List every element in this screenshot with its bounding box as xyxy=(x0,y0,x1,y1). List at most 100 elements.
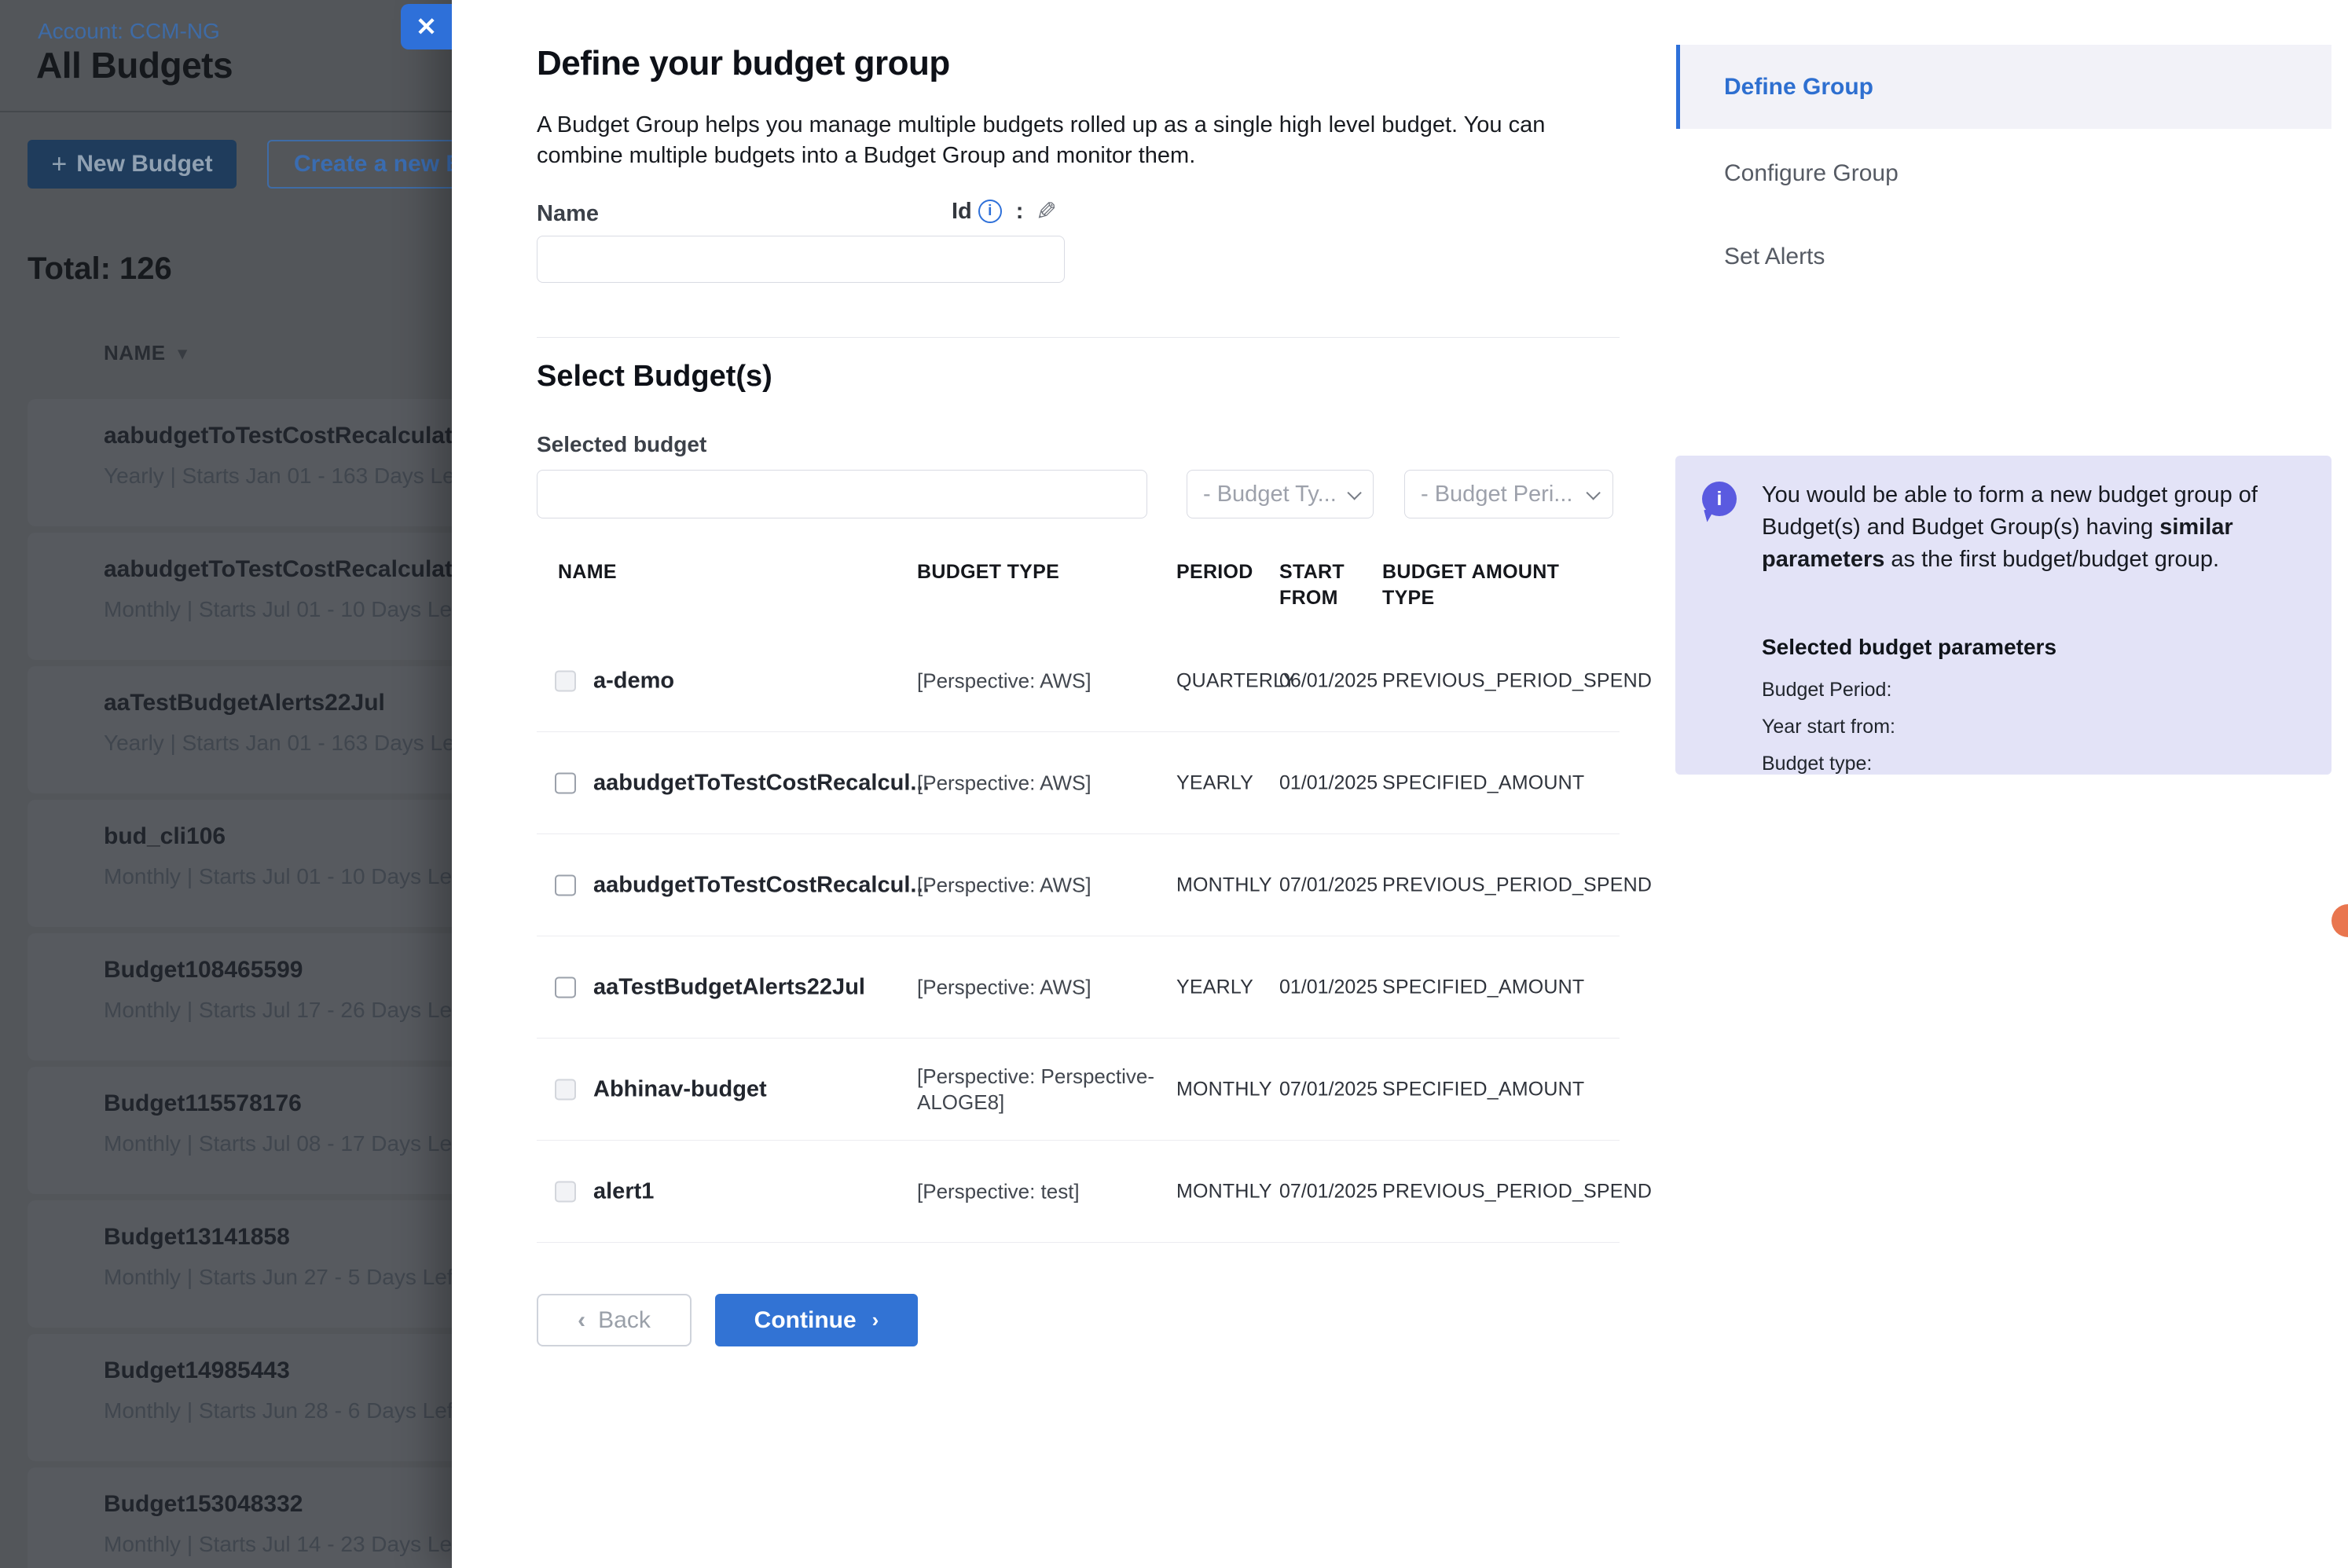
budget-list-item[interactable]: aaTestBudgetAlerts22Jul Yearly | Starts … xyxy=(28,666,452,793)
account-breadcrumb-link[interactable]: Account: CCM-NG xyxy=(38,19,220,44)
continue-button[interactable]: Continue › xyxy=(715,1294,918,1346)
column-header-budget-type: BUDGET TYPE xyxy=(917,559,1059,585)
cell-start-from: 07/01/2025 xyxy=(1279,1180,1378,1203)
parameter-label: Year start from: xyxy=(1762,709,1895,746)
table-row[interactable]: aabudgetToTestCostRecalcul... [Perspecti… xyxy=(537,834,1620,936)
chevron-down-icon xyxy=(1347,485,1361,500)
selected-budget-parameters-title: Selected budget parameters xyxy=(1762,635,2056,660)
budget-list-item[interactable]: Budget153048332 Monthly | Starts Jul 14 … xyxy=(28,1467,452,1568)
step-configure-group[interactable]: Configure Group xyxy=(1724,160,1899,187)
back-label: Back xyxy=(598,1307,651,1334)
budget-meta: Monthly | Starts Jul 17 - 26 Days Left xyxy=(104,998,452,1023)
chevron-down-icon xyxy=(1586,485,1600,500)
cell-period: MONTHLY xyxy=(1176,1180,1272,1203)
table-row[interactable]: a-demo [Perspective: AWS] QUARTERLY 06/0… xyxy=(537,630,1620,732)
continue-label: Continue xyxy=(754,1307,857,1334)
row-checkbox[interactable] xyxy=(555,1181,576,1202)
cell-start-from: 01/01/2025 xyxy=(1279,976,1378,998)
id-info-icon[interactable]: i xyxy=(978,200,1002,223)
selected-budget-label: Selected budget xyxy=(537,432,706,457)
id-label: Id xyxy=(952,199,972,225)
cell-start-from: 01/01/2025 xyxy=(1279,771,1378,794)
column-header-budget-amount-type: BUDGET AMOUNT TYPE xyxy=(1382,559,1563,611)
budget-meta: Monthly | Starts Jul 01 - 10 Days Left xyxy=(104,864,452,889)
cell-name: a-demo xyxy=(593,668,674,694)
step-set-alerts[interactable]: Set Alerts xyxy=(1724,244,1825,270)
table-row[interactable]: alert1 [Perspective: test] MONTHLY 07/01… xyxy=(537,1141,1620,1243)
name-field-label: Name xyxy=(537,201,599,227)
budget-list-item[interactable]: Budget108465599 Monthly | Starts Jul 17 … xyxy=(28,933,452,1061)
budget-list-item[interactable]: Budget13141858 Monthly | Starts Jun 27 -… xyxy=(28,1200,452,1328)
edit-id-icon[interactable]: ✎ xyxy=(1036,196,1057,226)
column-header-name: NAME xyxy=(558,559,617,585)
budget-name: bud_cli106 xyxy=(104,823,226,850)
cell-budget-amount-type: SPECIFIED_AMOUNT xyxy=(1382,1078,1584,1101)
total-count: Total: 126 xyxy=(28,251,172,287)
back-button[interactable]: ‹ Back xyxy=(537,1294,692,1346)
page-title: All Budgets xyxy=(36,44,233,86)
table-row[interactable]: aabudgetToTestCostRecalcul... [Perspecti… xyxy=(537,732,1620,834)
new-budget-button[interactable]: + New Budget xyxy=(28,140,237,189)
budget-meta: Monthly | Starts Jun 28 - 6 Days Left xyxy=(104,1398,452,1423)
budget-list-item[interactable]: Budget14985443 Monthly | Starts Jun 28 -… xyxy=(28,1334,452,1461)
step-configure-group-label: Configure Group xyxy=(1724,160,1899,186)
budget-name: aaTestBudgetAlerts22Jul xyxy=(104,690,385,716)
new-budget-label: New Budget xyxy=(76,151,212,178)
row-checkbox[interactable] xyxy=(555,976,576,998)
row-checkbox[interactable] xyxy=(555,1079,576,1100)
row-checkbox[interactable] xyxy=(555,874,576,896)
cell-budget-amount-type: PREVIOUS_PERIOD_SPEND xyxy=(1382,669,1652,692)
cell-name: Abhinav-budget xyxy=(593,1076,767,1102)
budget-type-filter[interactable]: - Budget Ty... xyxy=(1187,470,1374,518)
cell-name: aabudgetToTestCostRecalcul... xyxy=(593,770,930,796)
cell-budget-type: [Perspective: Perspective-ALOGE8] xyxy=(917,1064,1157,1116)
budget-period-filter[interactable]: - Budget Peri... xyxy=(1404,470,1613,518)
group-name-input[interactable] xyxy=(537,236,1065,283)
cell-period: MONTHLY xyxy=(1176,1078,1272,1101)
budget-list: aabudgetToTestCostRecalculation1 Yearly … xyxy=(28,399,452,1568)
select-budgets-heading: Select Budget(s) xyxy=(537,360,772,394)
drawer-description: A Budget Group helps you manage multiple… xyxy=(537,110,1617,171)
row-checkbox[interactable] xyxy=(555,772,576,793)
plus-icon: + xyxy=(51,151,67,178)
info-bubble-icon: i xyxy=(1702,482,1737,516)
cell-name: alert1 xyxy=(593,1178,654,1204)
cell-period: YEARLY xyxy=(1176,771,1253,794)
budget-list-item[interactable]: aabudgetToTestCostRecalculation1 Yearly … xyxy=(28,399,452,526)
table-row[interactable]: Abhinav-budget [Perspective: Perspective… xyxy=(537,1039,1620,1141)
cell-start-from: 07/01/2025 xyxy=(1279,1078,1378,1101)
budget-list-item[interactable]: aabudgetToTestCostRecalculation2 Monthly… xyxy=(28,533,452,660)
budget-meta: Yearly | Starts Jan 01 - 163 Days Left xyxy=(104,463,452,489)
cell-period: QUARTERLY xyxy=(1176,669,1296,692)
cell-start-from: 07/01/2025 xyxy=(1279,874,1378,896)
step-define-group[interactable]: Define Group xyxy=(1676,45,2331,129)
all-budgets-page-dimmed: Account: CCM-NG All Budgets + New Budget… xyxy=(0,0,452,1568)
column-header-period: PERIOD xyxy=(1176,559,1253,585)
budget-list-item[interactable]: bud_cli106 Monthly | Starts Jul 01 - 10 … xyxy=(28,800,452,927)
parameter-label: Budget type: xyxy=(1762,746,1895,782)
budget-period-filter-value: - Budget Peri... xyxy=(1421,482,1572,507)
step-set-alerts-label: Set Alerts xyxy=(1724,244,1825,269)
cell-budget-amount-type: PREVIOUS_PERIOD_SPEND xyxy=(1382,1180,1652,1203)
step-define-group-label: Define Group xyxy=(1724,74,1873,101)
close-drawer-button[interactable]: ✕ xyxy=(401,4,452,49)
budget-meta: Yearly | Starts Jan 01 - 163 Days Left xyxy=(104,731,452,756)
budget-type-filter-value: - Budget Ty... xyxy=(1203,482,1337,507)
create-budget-group-button[interactable]: Create a new B xyxy=(267,140,452,189)
info-panel: i You would be able to form a new budget… xyxy=(1675,456,2331,775)
header-divider xyxy=(0,111,452,112)
cell-budget-type: [Perspective: AWS] xyxy=(917,668,1157,694)
table-row[interactable]: aaTestBudgetAlerts22Jul [Perspective: AW… xyxy=(537,936,1620,1039)
selected-budget-parameters-list: Budget Period: Year start from: Budget t… xyxy=(1762,672,1895,782)
budget-name: Budget13141858 xyxy=(104,1224,290,1251)
budget-name: Budget153048332 xyxy=(104,1491,303,1518)
name-column-header[interactable]: NAME ▾ xyxy=(104,341,187,365)
id-row: Id i : ✎ xyxy=(952,196,1057,226)
close-icon: ✕ xyxy=(416,12,437,42)
selected-budget-input[interactable] xyxy=(537,470,1147,518)
cell-budget-amount-type: SPECIFIED_AMOUNT xyxy=(1382,771,1584,794)
section-divider xyxy=(537,337,1620,338)
budget-list-item[interactable]: Budget115578176 Monthly | Starts Jul 08 … xyxy=(28,1067,452,1194)
budget-group-drawer: Define your budget group A Budget Group … xyxy=(452,0,2348,1568)
row-checkbox[interactable] xyxy=(555,670,576,691)
